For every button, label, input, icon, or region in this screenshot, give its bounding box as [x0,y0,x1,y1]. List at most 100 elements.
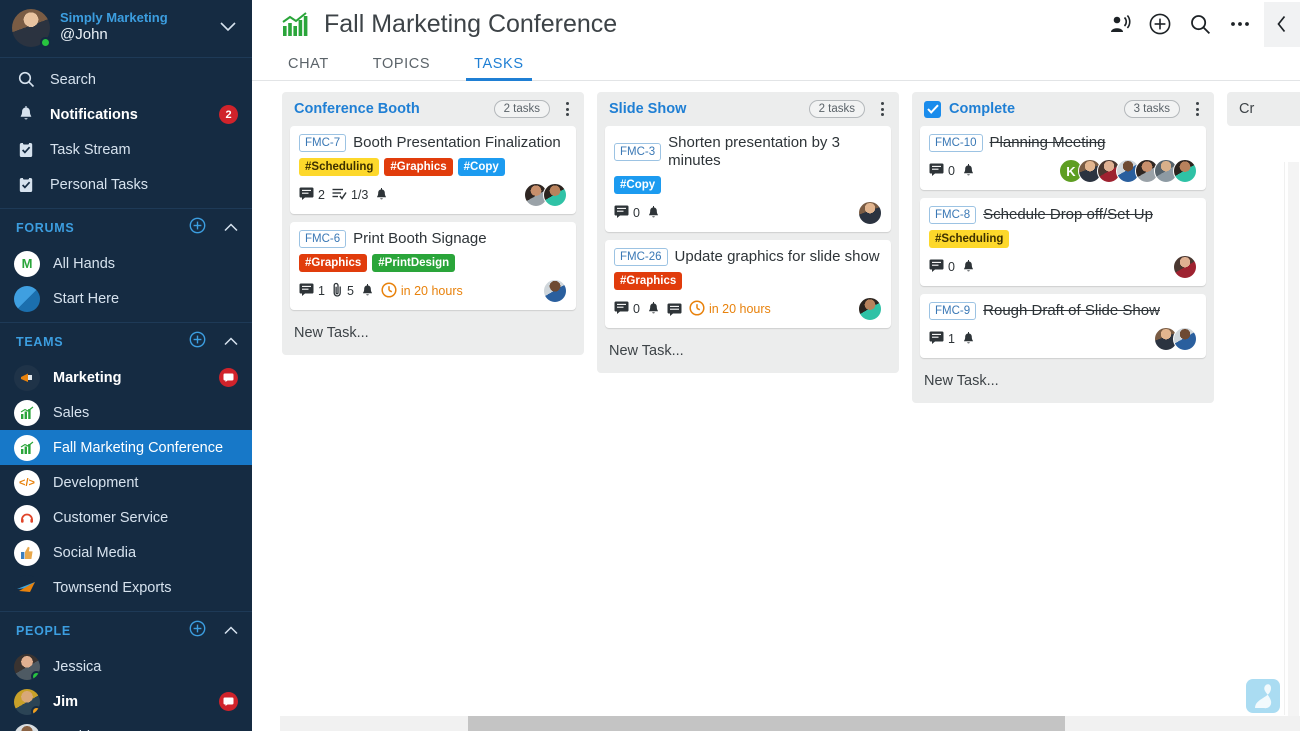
sidebar-item-personal-tasks[interactable]: Personal Tasks [0,167,252,202]
bell-icon[interactable] [962,259,975,275]
task-tag[interactable]: #Graphics [384,158,453,176]
complete-check-icon [924,100,941,118]
task-tag[interactable]: #Graphics [614,272,683,290]
plus-circle-icon[interactable] [189,331,206,352]
bell-icon[interactable] [375,187,388,203]
kebab-menu-icon[interactable] [1188,102,1206,116]
sidebar-item-social-media[interactable]: Social Media [0,535,252,570]
paperclip-icon [332,282,343,300]
code-icon: </> [14,469,40,496]
avatar[interactable] [543,279,567,303]
avatar [14,723,40,731]
add-icon[interactable] [1140,4,1180,44]
kebab-menu-icon[interactable] [558,102,576,116]
more-icon[interactable] [1220,4,1260,44]
clock-icon [381,281,397,301]
task-card[interactable]: FMC-3 Shorten presentation by 3 minutes … [605,126,891,232]
avatar[interactable] [543,183,567,207]
plus-circle-icon[interactable] [189,620,206,641]
chevron-up-icon[interactable] [224,221,238,235]
tab-topics[interactable]: TOPICS [365,56,438,80]
chevron-down-icon[interactable] [220,20,240,35]
sidebar-item-townsend-exports[interactable]: Townsend Exports [0,570,252,605]
sidebar-item-all-hands[interactable]: M All Hands [0,246,252,281]
sidebar-item-notifications[interactable]: Notifications 2 [0,97,252,132]
task-tag[interactable]: #Scheduling [299,158,380,176]
task-card-header: FMC-26 Update graphics for slide show [614,248,882,266]
assignee-avatars [524,183,567,207]
bell-icon[interactable] [361,283,374,299]
tab-tasks[interactable]: TASKS [466,56,533,81]
bell-icon[interactable] [962,331,975,347]
search-icon[interactable] [1180,4,1220,44]
sidebar-section-people-header: PEOPLE [0,611,252,649]
vertical-scrollbar-thumb[interactable] [1288,162,1299,731]
column-task-count: 2 tasks [808,100,865,118]
sidebar-item-jim[interactable]: Jim [0,684,252,719]
user-account-block[interactable]: Simply Marketing @John [0,0,252,58]
task-tag[interactable]: #Copy [614,176,662,194]
sidebar-item-sales[interactable]: Sales [0,395,252,430]
plus-circle-icon[interactable] [189,217,206,238]
chevron-up-icon[interactable] [224,335,238,349]
task-card[interactable]: FMC-7 Booth Presentation Finalization #S… [290,126,576,214]
task-tag[interactable]: #Copy [457,158,505,176]
search-icon [16,71,36,88]
bar-chart-icon [280,10,310,38]
avatar[interactable] [1173,159,1197,183]
new-task-input[interactable]: New Task... [282,318,584,349]
task-tag[interactable]: #PrintDesign [372,254,456,272]
task-title: Shorten presentation by 3 minutes [668,134,840,169]
sidebar-scroll[interactable]: Simply Marketing @John Search Notificati… [0,0,252,731]
presence-indicator [31,705,40,715]
task-id-badge: FMC-6 [299,230,347,248]
sidebar-item-marketing[interactable]: Marketing [0,360,252,395]
bell-icon[interactable] [647,205,660,221]
create-new-list-column[interactable]: Cr [1227,92,1300,126]
task-card[interactable]: FMC-9 Rough Draft of Slide Show 1 [920,294,1206,358]
sidebar-item-david[interactable]: David [0,719,252,731]
task-card[interactable]: FMC-6 Print Booth Signage #Graphics #Pri… [290,222,576,310]
task-card[interactable]: FMC-10 Planning Meeting 0 K [920,126,1206,190]
top-bar: Fall Marketing Conference [252,0,1300,48]
unread-message-badge [219,692,238,711]
sidebar-item-start-here[interactable]: Start Here [0,281,252,316]
chart-icon [14,434,40,461]
presence-indicator [31,670,40,680]
sidebar-item-development[interactable]: </> Development [0,465,252,500]
bell-icon[interactable] [647,301,660,317]
tab-chat[interactable]: CHAT [280,56,337,80]
avatar[interactable] [858,297,882,321]
kebab-menu-icon[interactable] [873,102,891,116]
sidebar-item-jessica[interactable]: Jessica [0,649,252,684]
sidebar-item-customer-service[interactable]: Customer Service [0,500,252,535]
sidebar-item-label: Fall Marketing Conference [53,439,224,456]
horizontal-scrollbar-thumb[interactable] [468,716,1065,731]
unread-message-badge [219,368,238,387]
chevron-up-icon[interactable] [224,624,238,638]
avatar[interactable] [1173,255,1197,279]
clipboard-check-icon [16,176,36,193]
sidebar-item-task-stream[interactable]: Task Stream [0,132,252,167]
new-task-input[interactable]: New Task... [597,336,899,367]
sidebar-item-label: All Hands [53,255,116,272]
task-card[interactable]: FMC-26 Update graphics for slide show #G… [605,240,891,328]
task-tag[interactable]: #Graphics [299,254,368,272]
sidebar-item-label: Search [50,71,96,88]
vertical-scrollbar[interactable] [1284,162,1300,731]
clipboard-check-icon [16,141,36,158]
comment-icon [299,187,314,203]
sidebar-primary-nav: Search Notifications 2 Task Stream Perso… [0,62,252,202]
bell-icon[interactable] [962,163,975,179]
avatar[interactable] [1173,327,1197,351]
horizontal-scrollbar[interactable] [280,716,1300,731]
avatar[interactable] [858,201,882,225]
broadcast-icon[interactable] [1100,4,1140,44]
task-id-badge: FMC-9 [929,302,977,320]
sidebar-item-search[interactable]: Search [0,62,252,97]
sidebar-item-fall-marketing-conference[interactable]: Fall Marketing Conference [0,430,252,465]
task-tag[interactable]: #Scheduling [929,230,1010,248]
new-task-input[interactable]: New Task... [912,366,1214,397]
task-card[interactable]: FMC-8 Schedule Drop off/Set Up #Scheduli… [920,198,1206,286]
collapse-panel-button[interactable] [1264,1,1300,47]
